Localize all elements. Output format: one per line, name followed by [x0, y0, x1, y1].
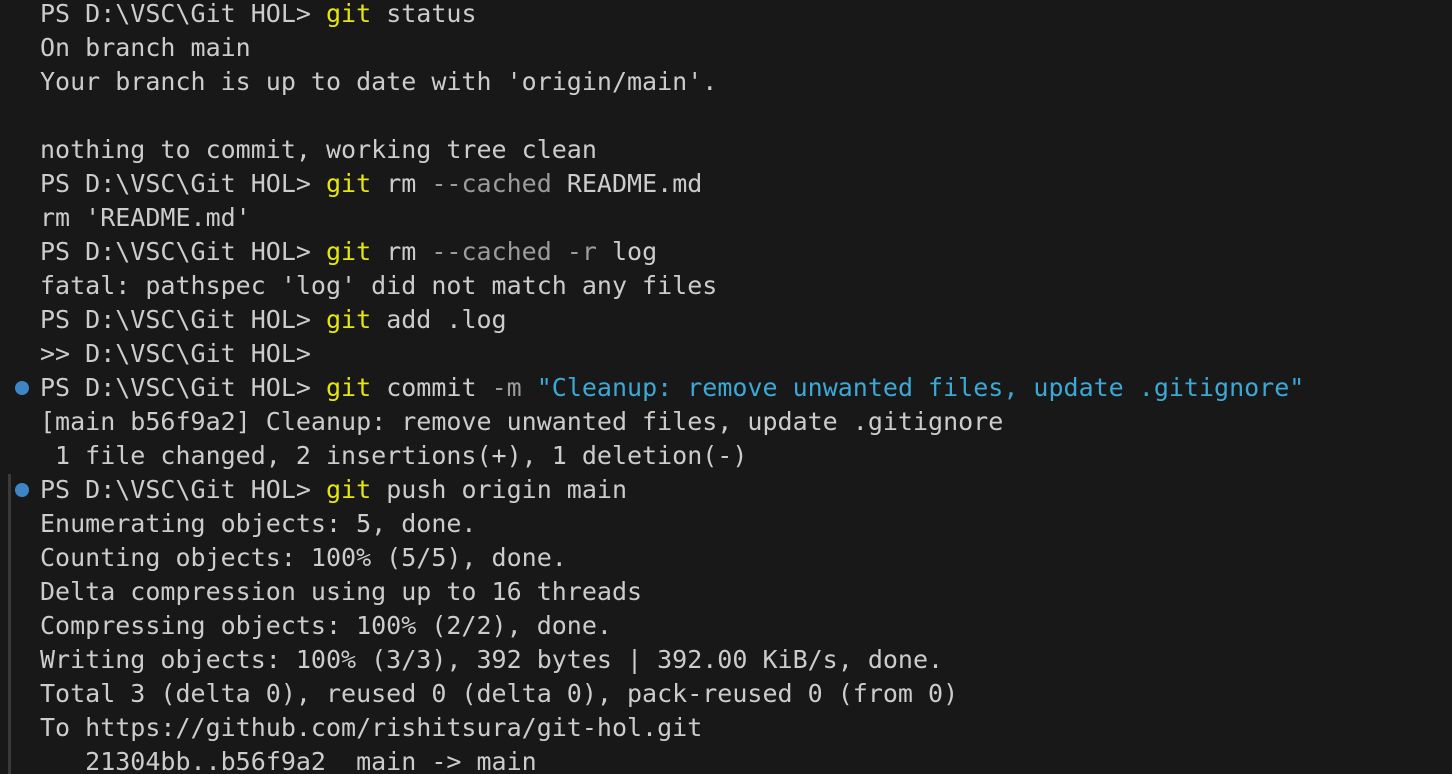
output-line: Delta compression using up to 16 threads: [40, 577, 643, 606]
output-line: rm 'README.md': [40, 203, 251, 232]
continuation-line: >> D:\VSC\Git HOL>: [40, 339, 311, 368]
prompt-text: PS D:\VSC\Git HOL>: [40, 0, 326, 28]
output-line: fatal: pathspec 'log' did not match any …: [40, 271, 718, 300]
command-args: push origin main: [371, 475, 628, 504]
command-name: git: [325, 169, 372, 198]
terminal-panel[interactable]: PS D:\VSC\Git HOL> git status On branch …: [0, 0, 1452, 774]
output-line: Your branch is up to date with 'origin/m…: [40, 67, 718, 96]
prompt-line: PS D:\VSC\Git HOL> git push origin main: [40, 473, 1304, 507]
prompt-line: PS D:\VSC\Git HOL> git commit -m "Cleanu…: [40, 371, 1304, 405]
command-args: status: [371, 0, 477, 28]
output-line: Writing objects: 100% (3/3), 392 bytes |…: [40, 645, 944, 674]
prompt-text: PS D:\VSC\Git HOL>: [40, 169, 326, 198]
output-line: To https://github.com/rishitsura/git-hol…: [40, 713, 703, 742]
prompt-line: PS D:\VSC\Git HOL> git rm --cached -r lo…: [40, 235, 1304, 269]
output-line: Counting objects: 100% (5/5), done.: [40, 543, 567, 572]
command-args: log: [596, 237, 658, 266]
command-args: README.md: [551, 169, 703, 198]
output-line: On branch main: [40, 33, 251, 62]
output-line: Enumerating objects: 5, done.: [40, 509, 477, 538]
command-name: git: [325, 237, 372, 266]
command-flag: --cached: [431, 169, 552, 198]
command-args: commit: [371, 373, 492, 402]
prompt-line: PS D:\VSC\Git HOL> git add .log: [40, 303, 1304, 337]
command-name: git: [325, 373, 372, 402]
output-line: 1 file changed, 2 insertions(+), 1 delet…: [40, 441, 748, 470]
prompt-line: PS D:\VSC\Git HOL> git rm --cached READM…: [40, 167, 1304, 201]
command-flag: -m: [491, 373, 522, 402]
command-decoration-dot-icon[interactable]: [15, 381, 29, 395]
output-line: nothing to commit, working tree clean: [40, 135, 597, 164]
command-name: git: [325, 475, 372, 504]
prompt-text: PS D:\VSC\Git HOL>: [40, 305, 326, 334]
command-name: git: [325, 0, 372, 28]
command-args: rm: [371, 169, 432, 198]
output-line: 21304bb..b56f9a2 main -> main: [40, 747, 537, 774]
command-args: rm: [371, 237, 432, 266]
prompt-text: PS D:\VSC\Git HOL>: [40, 373, 326, 402]
prompt-text: PS D:\VSC\Git HOL>: [40, 237, 326, 266]
terminal-output: PS D:\VSC\Git HOL> git status On branch …: [40, 0, 1304, 774]
output-line: [main b56f9a2] Cleanup: remove unwanted …: [40, 407, 1004, 436]
command-name: git: [325, 305, 372, 334]
command-flag: --cached -r: [431, 237, 597, 266]
command-string: "Cleanup: remove unwanted files, update …: [521, 373, 1305, 402]
command-decoration-dot-icon[interactable]: [15, 483, 29, 497]
command-args: add .log: [371, 305, 507, 334]
output-line: Compressing objects: 100% (2/2), done.: [40, 611, 612, 640]
command-group-gutter: [8, 474, 11, 774]
output-line: Total 3 (delta 0), reused 0 (delta 0), p…: [40, 679, 959, 708]
prompt-text: PS D:\VSC\Git HOL>: [40, 475, 326, 504]
prompt-line: PS D:\VSC\Git HOL> git status: [40, 0, 1304, 31]
